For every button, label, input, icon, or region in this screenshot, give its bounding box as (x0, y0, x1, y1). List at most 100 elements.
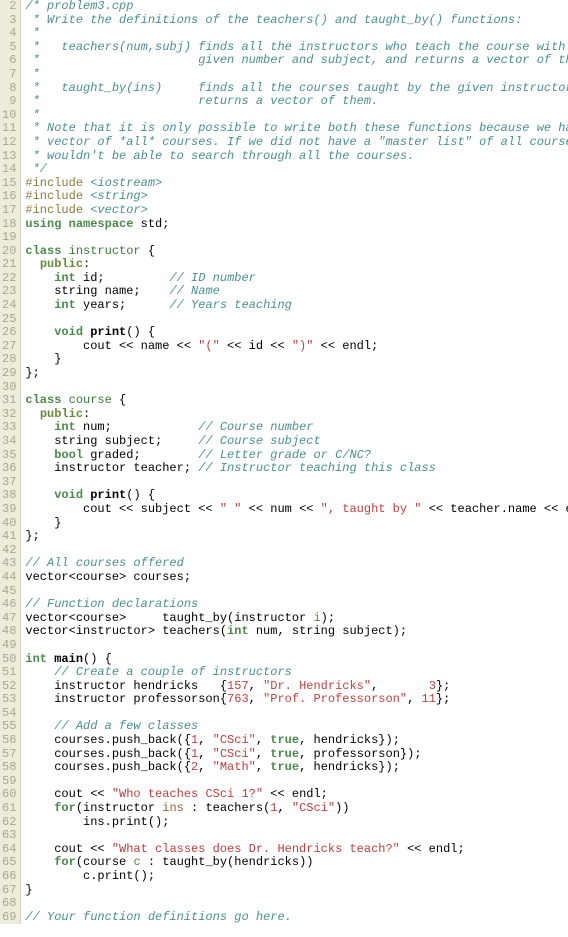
code-line[interactable]: vector<course> courses; (25, 571, 568, 585)
code-line[interactable]: class course { (25, 394, 568, 408)
token-string: " " (220, 502, 242, 516)
token-keyword: for (54, 801, 76, 815)
code-line[interactable]: * vector of *all* courses. If we did not… (25, 136, 568, 150)
token-ident: ins.print(); (25, 815, 169, 829)
code-line[interactable]: int num; // Course number (25, 421, 568, 435)
code-line[interactable]: string name; // Name (25, 285, 568, 299)
code-line[interactable]: * taught_by(ins) finds all the courses t… (25, 82, 568, 96)
line-number: 60 (2, 788, 16, 802)
code-line[interactable]: instructor hendricks {157, "Dr. Hendrick… (25, 680, 568, 694)
code-line[interactable]: courses.push_back({1, "CSci", true, prof… (25, 748, 568, 762)
code-line[interactable]: }; (25, 367, 568, 381)
line-number: 29 (2, 367, 16, 381)
code-line[interactable] (25, 476, 568, 490)
line-number: 9 (2, 95, 16, 109)
line-number: 44 (2, 571, 16, 585)
code-line[interactable]: */ (25, 163, 568, 177)
code-line[interactable]: int years; // Years teaching (25, 299, 568, 313)
token-ident: }; (436, 692, 450, 706)
code-line[interactable]: * (25, 109, 568, 123)
code-line[interactable]: // Add a few classes (25, 720, 568, 734)
code-line[interactable]: /* problem3.cpp (25, 0, 568, 14)
code-line[interactable]: void print() { (25, 326, 568, 340)
line-number: 7 (2, 68, 16, 82)
token-ident (25, 719, 54, 733)
code-line[interactable]: ins.print(); (25, 816, 568, 830)
token-ident (25, 257, 39, 271)
code-line[interactable]: // Create a couple of instructors (25, 666, 568, 680)
code-line[interactable]: courses.push_back({2, "Math", true, hend… (25, 761, 568, 775)
code-line[interactable]: cout << "Who teaches CSci 1?" << endl; (25, 788, 568, 802)
line-number: 35 (2, 449, 16, 463)
code-line[interactable] (25, 639, 568, 653)
code-line[interactable]: using namespace std; (25, 218, 568, 232)
code-line[interactable]: }; (25, 530, 568, 544)
code-editor[interactable]: /* problem3.cpp * Write the definitions … (21, 0, 568, 924)
code-line[interactable]: vector<course> taught_by(instructor i); (25, 612, 568, 626)
code-line[interactable]: instructor teacher; // Instructor teachi… (25, 462, 568, 476)
line-number: 39 (2, 503, 16, 517)
code-line[interactable]: // Your function definitions go here. (25, 911, 568, 925)
code-line[interactable]: * (25, 68, 568, 82)
code-line[interactable]: } (25, 517, 568, 531)
token-ident: : (83, 407, 90, 421)
token-ident: : taught_by(hendricks)) (141, 855, 314, 869)
token-ident: cout << (25, 787, 111, 801)
code-line[interactable]: * Write the definitions of the teachers(… (25, 14, 568, 28)
code-line[interactable]: * teachers(num,subj) finds all the instr… (25, 41, 568, 55)
code-line[interactable] (25, 707, 568, 721)
code-line[interactable] (25, 775, 568, 789)
code-line[interactable]: #include <string> (25, 190, 568, 204)
code-line[interactable]: * Note that it is only possible to write… (25, 122, 568, 136)
code-line[interactable]: public: (25, 258, 568, 272)
code-line[interactable]: #include <iostream> (25, 177, 568, 191)
code-line[interactable]: // Function declarations (25, 598, 568, 612)
code-line[interactable] (25, 897, 568, 911)
code-line[interactable]: * (25, 27, 568, 41)
token-comment: // ID number (169, 271, 255, 285)
code-line[interactable]: courses.push_back({1, "CSci", true, hend… (25, 734, 568, 748)
code-line[interactable]: for(course c : taught_by(hendricks)) (25, 856, 568, 870)
code-line[interactable]: string subject; // Course subject (25, 435, 568, 449)
token-ident: }; (436, 679, 450, 693)
token-ident: )) (335, 801, 349, 815)
code-line[interactable]: * wouldn't be able to search through all… (25, 150, 568, 164)
token-ident: string name; (25, 284, 169, 298)
code-line[interactable] (25, 829, 568, 843)
token-ident: courses.push_back({ (25, 760, 191, 774)
code-line[interactable]: for(instructor ins : teachers(1, "CSci")… (25, 802, 568, 816)
code-line[interactable]: instructor professorson{763, "Prof. Prof… (25, 693, 568, 707)
code-line[interactable]: int id; // ID number (25, 272, 568, 286)
token-preproc: #include (25, 189, 90, 203)
code-line[interactable] (25, 313, 568, 327)
code-line[interactable]: } (25, 353, 568, 367)
code-line[interactable]: cout << name << "(" << id << ")" << endl… (25, 340, 568, 354)
token-keyword: int (54, 298, 76, 312)
token-ident: graded; (83, 448, 198, 462)
code-line[interactable]: void print() { (25, 489, 568, 503)
code-line[interactable]: public: (25, 408, 568, 422)
line-number: 63 (2, 829, 16, 843)
code-line[interactable]: class instructor { (25, 245, 568, 259)
token-ident (25, 665, 54, 679)
token-ident (25, 855, 54, 869)
code-line[interactable]: * given number and subject, and returns … (25, 54, 568, 68)
code-line[interactable] (25, 544, 568, 558)
code-line[interactable]: * returns a vector of them. (25, 95, 568, 109)
code-line[interactable]: cout << "What classes does Dr. Hendricks… (25, 843, 568, 857)
token-ident: , (256, 747, 270, 761)
token-ident: instructor teacher; (25, 461, 198, 475)
code-line[interactable]: vector<instructor> teachers(int num, str… (25, 625, 568, 639)
code-line[interactable]: #include <vector> (25, 204, 568, 218)
code-line[interactable]: int main() { (25, 653, 568, 667)
code-line[interactable]: cout << subject << " " << num << ", taug… (25, 503, 568, 517)
code-line[interactable] (25, 585, 568, 599)
code-line[interactable]: c.print(); (25, 870, 568, 884)
token-ident: courses.push_back({ (25, 733, 191, 747)
code-line[interactable]: // All courses offered (25, 557, 568, 571)
code-line[interactable] (25, 231, 568, 245)
code-line[interactable]: bool graded; // Letter grade or C/NC? (25, 449, 568, 463)
code-line[interactable] (25, 381, 568, 395)
code-line[interactable]: } (25, 884, 568, 898)
token-type: course (69, 393, 112, 407)
